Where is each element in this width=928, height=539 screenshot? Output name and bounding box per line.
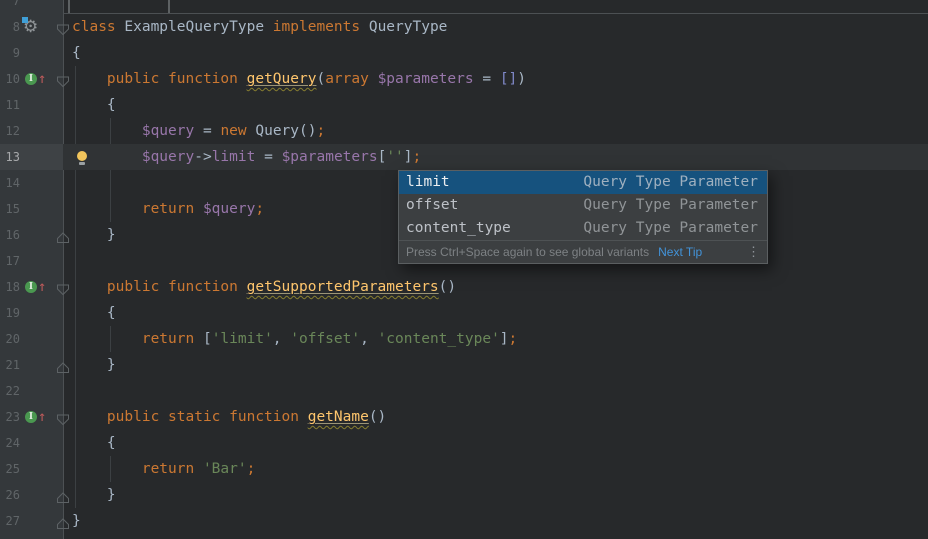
kebab-more-icon[interactable]: ⋮	[747, 241, 760, 263]
completion-item-limit[interactable]: limit Query Type Parameter	[399, 171, 767, 194]
code-text: $query = new Query();	[72, 118, 325, 144]
line-number: 7	[0, 0, 20, 14]
completion-item-type: Query Type Parameter	[583, 217, 758, 240]
line-number: 12	[0, 118, 20, 144]
completion-item-name: offset	[406, 194, 458, 217]
line-number: 17	[0, 248, 20, 274]
method-name: getQuery	[247, 71, 317, 87]
completion-item-offset[interactable]: offset Query Type Parameter	[399, 194, 767, 217]
code-text: public static function getName()	[72, 404, 386, 430]
line-number: 19	[0, 300, 20, 326]
completion-popup: limit Query Type Parameter offset Query Typ…	[398, 170, 768, 264]
implements-marker-icon[interactable]: I	[25, 281, 37, 293]
line-number: 22	[0, 378, 20, 404]
completion-item-type: Query Type Parameter	[583, 171, 758, 194]
code-text: $query->limit = $parameters[''];	[72, 144, 421, 170]
line-number: 13	[0, 144, 20, 170]
code-text: public function getSupportedParameters()	[72, 274, 456, 300]
line-number: 15	[0, 196, 20, 222]
line-number: 23	[0, 404, 20, 430]
hint-text: Press Ctrl+Space again to see global var…	[406, 245, 649, 259]
line-number: 18	[0, 274, 20, 300]
code-text: }	[72, 482, 116, 508]
override-up-arrow-icon[interactable]: ↑	[38, 274, 46, 300]
code-text: {	[72, 92, 116, 118]
completion-item-content_type[interactable]: content_type Query Type Parameter	[399, 217, 767, 240]
code-line-20[interactable]: 20 return ['limit', 'offset', 'content_t…	[0, 326, 928, 352]
line-number: 21	[0, 352, 20, 378]
code-line-10[interactable]: 10 I↑ public function getQuery(array $par…	[0, 66, 928, 92]
completion-hint-bar: Press Ctrl+Space again to see global var…	[399, 240, 767, 263]
code-text: return 'Bar';	[72, 456, 255, 482]
line-number: 14	[0, 170, 20, 196]
code-line-25[interactable]: 25 return 'Bar';	[0, 456, 928, 482]
line-number: 26	[0, 482, 20, 508]
completion-item-type: Query Type Parameter	[583, 194, 758, 217]
code-line-11[interactable]: 11 {	[0, 92, 928, 118]
code-line-12[interactable]: 12 $query = new Query();	[0, 118, 928, 144]
line-number: 25	[0, 456, 20, 482]
override-up-arrow-icon[interactable]: ↑	[38, 404, 46, 430]
code-line-7[interactable]: 7	[0, 0, 928, 14]
code-text: return ['limit', 'offset', 'content_type…	[72, 326, 517, 352]
code-line-24[interactable]: 24 {	[0, 430, 928, 456]
code-text: {	[72, 300, 116, 326]
code-line-23[interactable]: 23 I↑ public static function getName()	[0, 404, 928, 430]
code-line-19[interactable]: 19 {	[0, 300, 928, 326]
code-line-9[interactable]: 9{	[0, 40, 928, 66]
code-text: {	[72, 430, 116, 456]
line-number: 9	[0, 40, 20, 66]
code-line-26[interactable]: 26 }	[0, 482, 928, 508]
line-number: 16	[0, 222, 20, 248]
next-tip-link[interactable]: Next Tip	[658, 245, 702, 259]
method-name: getName	[308, 409, 369, 425]
ide-editor-window: 78⚙ class ExampleQueryType implements Que…	[0, 0, 928, 539]
line-number: 8	[0, 14, 20, 40]
implements-marker-icon[interactable]: I	[25, 411, 37, 423]
line-number: 24	[0, 430, 20, 456]
code-line-21[interactable]: 21 }	[0, 352, 928, 378]
line-number: 27	[0, 508, 20, 534]
completion-item-name: limit	[406, 171, 450, 194]
code-text: }	[72, 508, 81, 534]
code-line-18[interactable]: 18 I↑ public function getSupportedParamet…	[0, 274, 928, 300]
code-line-27[interactable]: 27}	[0, 508, 928, 534]
code-text: public function getQuery(array $paramete…	[72, 66, 526, 92]
line-number: 11	[0, 92, 20, 118]
implements-marker-icon[interactable]: I	[25, 73, 37, 85]
code-line-8[interactable]: 8⚙ class ExampleQueryType implements Quer…	[0, 14, 928, 40]
override-up-arrow-icon[interactable]: ↑	[38, 66, 46, 92]
code-text: }	[72, 352, 116, 378]
code-text: return $query;	[72, 196, 264, 222]
code-line-22[interactable]: 22	[0, 378, 928, 404]
line-number: 10	[0, 66, 20, 92]
code-line-13[interactable]: 13 $query->limit = $parameters[''];	[0, 144, 928, 170]
gear-icon[interactable]: ⚙	[23, 14, 38, 40]
code-text: {	[72, 40, 81, 66]
completion-list: limit Query Type Parameter offset Query Typ…	[399, 171, 767, 240]
fold-region-end-icon[interactable]	[56, 514, 70, 539]
code-text: class ExampleQueryType implements QueryT…	[72, 14, 447, 40]
code-text: }	[72, 222, 116, 248]
method-name: getSupportedParameters	[247, 279, 439, 295]
completion-item-name: content_type	[406, 217, 511, 240]
line-number: 20	[0, 326, 20, 352]
